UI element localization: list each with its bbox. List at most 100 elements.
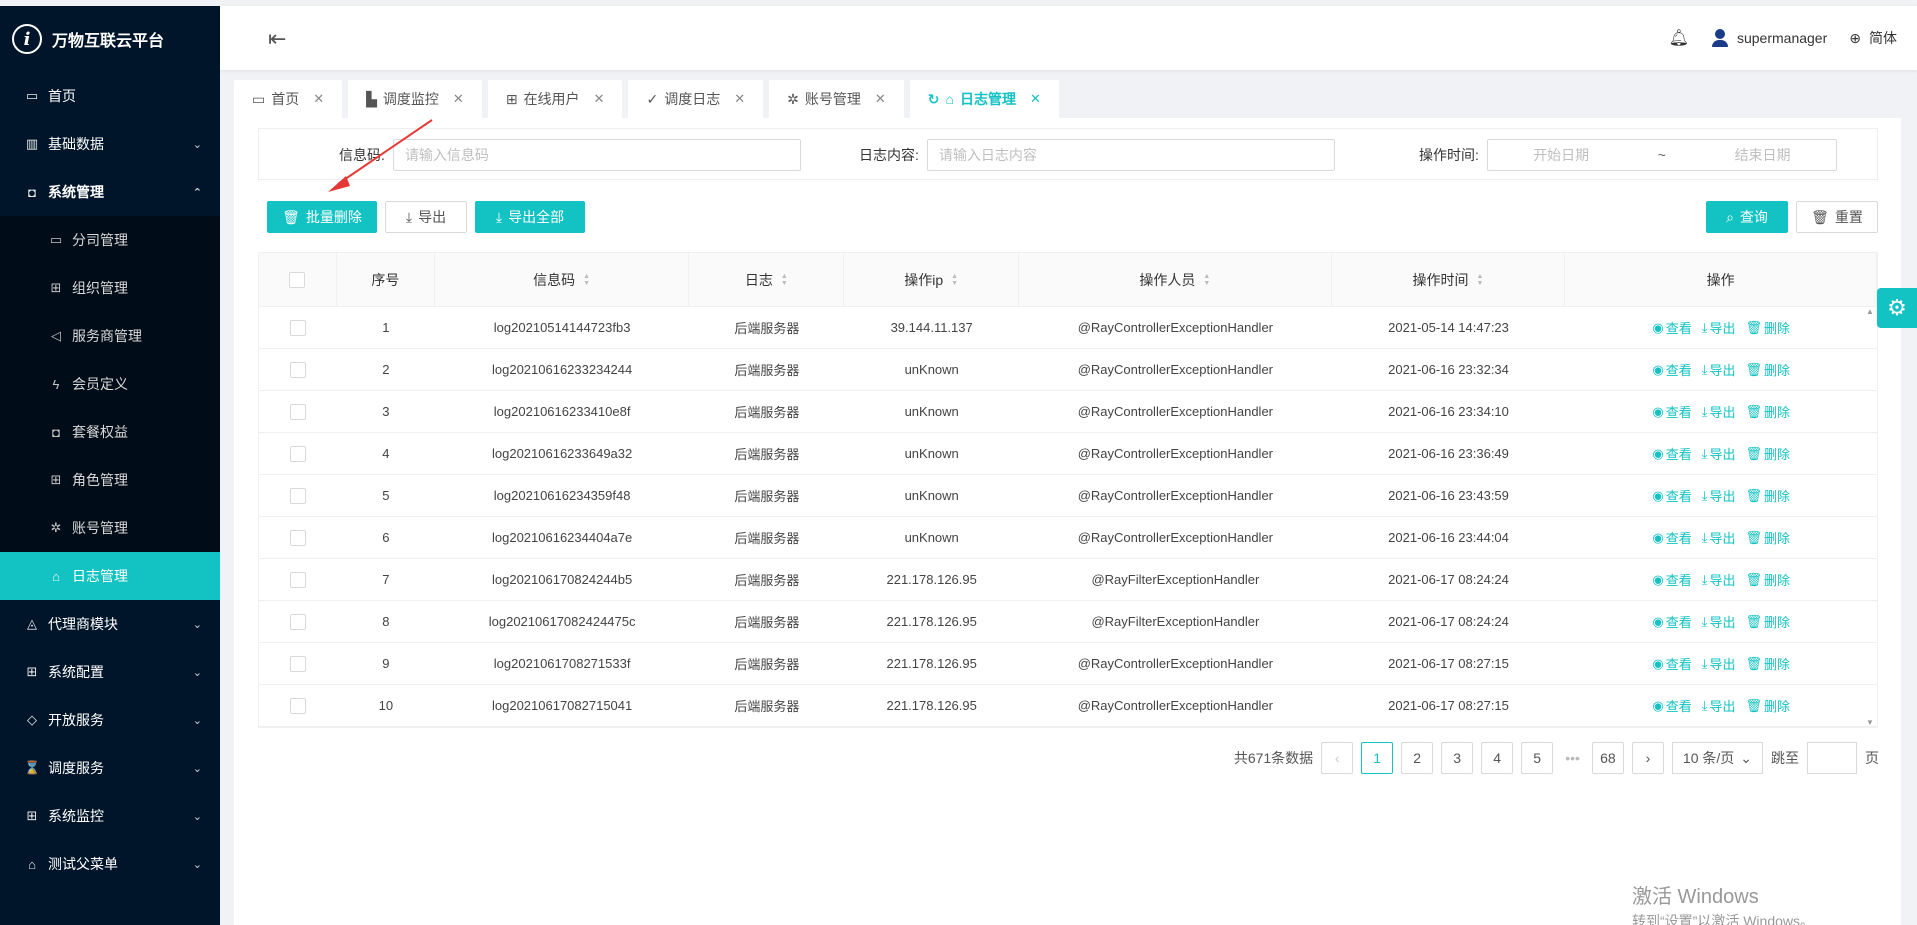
refresh-icon[interactable]: ↻ bbox=[928, 91, 940, 108]
sidebar-item-branch[interactable]: ▭ 分司管理 bbox=[0, 216, 220, 264]
row-checkbox[interactable] bbox=[289, 487, 306, 504]
view-action[interactable]: ◉ 查看 bbox=[1652, 318, 1691, 337]
close-icon[interactable]: ✕ bbox=[1030, 91, 1041, 107]
row-checkbox[interactable] bbox=[289, 655, 306, 672]
export-action[interactable]: ⤓ 导出 bbox=[1702, 486, 1736, 505]
view-action[interactable]: ◉ 查看 bbox=[1652, 696, 1691, 715]
last-page-button[interactable]: 68 bbox=[1591, 742, 1624, 774]
view-action[interactable]: ◉ 查看 bbox=[1652, 402, 1691, 421]
code-input[interactable]: 请输入信息码 bbox=[392, 139, 801, 171]
page-button[interactable]: 4 bbox=[1481, 742, 1514, 774]
settings-gear-icon[interactable]: ⚙ bbox=[1877, 288, 1917, 328]
delete-action[interactable]: 🗑︎ 删除 bbox=[1745, 696, 1790, 715]
close-icon[interactable]: ✕ bbox=[734, 91, 745, 107]
scroll-down-icon[interactable]: ▼ bbox=[1866, 718, 1874, 727]
sort-icon[interactable]: ▲ ▼ bbox=[1203, 273, 1210, 287]
delete-action[interactable]: 🗑︎ 删除 bbox=[1745, 402, 1790, 421]
export-action[interactable]: ⤓ 导出 bbox=[1702, 444, 1736, 463]
delete-action[interactable]: 🗑︎ 删除 bbox=[1745, 612, 1790, 631]
delete-action[interactable]: 🗑︎ 删除 bbox=[1745, 486, 1790, 505]
start-date-input[interactable]: 开始日期 bbox=[1533, 145, 1589, 165]
row-checkbox[interactable] bbox=[289, 571, 306, 588]
export-action[interactable]: ⤓ 导出 bbox=[1702, 654, 1736, 673]
col-header-code[interactable]: 信息码 ▲ ▼ bbox=[435, 253, 690, 306]
delete-action[interactable]: 🗑︎ 删除 bbox=[1745, 528, 1790, 547]
export-action[interactable]: ⤓ 导出 bbox=[1702, 696, 1736, 715]
prev-page-button[interactable]: ‹ bbox=[1321, 742, 1354, 774]
delete-action[interactable]: 🗑︎ 删除 bbox=[1745, 444, 1790, 463]
page-button[interactable]: 2 bbox=[1401, 742, 1434, 774]
sidebar-item-log[interactable]: ⌂ 日志管理 bbox=[0, 552, 220, 600]
row-checkbox[interactable] bbox=[289, 319, 306, 336]
sidebar-item-system-config[interactable]: ⊞ 系统配置 ⌄ bbox=[0, 648, 220, 696]
jump-input[interactable] bbox=[1807, 742, 1857, 774]
view-action[interactable]: ◉ 查看 bbox=[1652, 444, 1691, 463]
delete-action[interactable]: 🗑︎ 删除 bbox=[1745, 360, 1790, 379]
close-icon[interactable]: ✕ bbox=[453, 91, 464, 107]
export-action[interactable]: ⤓ 导出 bbox=[1702, 360, 1736, 379]
sidebar-item-system-management[interactable]: ◘ 系统管理 ⌃ bbox=[0, 168, 220, 216]
view-action[interactable]: ◉ 查看 bbox=[1652, 612, 1691, 631]
page-size-select[interactable]: 10 条/页 ⌄ bbox=[1671, 742, 1763, 774]
delete-action[interactable]: 🗑︎ 删除 bbox=[1745, 570, 1790, 589]
export-action[interactable]: ⤓ 导出 bbox=[1702, 402, 1736, 421]
tab-schedule-monitor[interactable]: ▙ 调度监控 ✕ bbox=[348, 80, 482, 118]
row-checkbox[interactable] bbox=[289, 613, 306, 630]
view-action[interactable]: ◉ 查看 bbox=[1652, 486, 1691, 505]
next-page-button[interactable]: › bbox=[1631, 742, 1664, 774]
app-logo[interactable]: i 万物互联云平台 bbox=[0, 6, 220, 72]
export-button[interactable]: ⤓ 导出 bbox=[385, 201, 467, 233]
reset-button[interactable]: 🗑︎ 重置 bbox=[1796, 201, 1878, 233]
menu-fold-icon[interactable]: ⇤ bbox=[268, 26, 286, 52]
user-menu[interactable]: supermanager bbox=[1711, 29, 1827, 47]
page-button[interactable]: 3 bbox=[1441, 742, 1474, 774]
sidebar-item-member[interactable]: ϟ 会员定义 bbox=[0, 360, 220, 408]
col-header-operator[interactable]: 操作人员 ▲ ▼ bbox=[1019, 253, 1332, 306]
view-action[interactable]: ◉ 查看 bbox=[1652, 360, 1691, 379]
page-button[interactable]: 5 bbox=[1521, 742, 1554, 774]
row-checkbox[interactable] bbox=[289, 697, 306, 714]
select-all-checkbox[interactable] bbox=[289, 271, 306, 288]
ellipsis[interactable]: ••• bbox=[1561, 750, 1584, 766]
page-button[interactable]: 1 bbox=[1361, 742, 1394, 774]
sidebar-item-role[interactable]: ⊞ 角色管理 bbox=[0, 456, 220, 504]
tab-account[interactable]: ✲ 账号管理 ✕ bbox=[769, 80, 904, 118]
sidebar-item-open-service[interactable]: ◇ 开放服务 ⌄ bbox=[0, 696, 220, 744]
col-header-ip[interactable]: 操作ip ▲ ▼ bbox=[844, 253, 1020, 306]
export-action[interactable]: ⤓ 导出 bbox=[1702, 318, 1736, 337]
view-action[interactable]: ◉ 查看 bbox=[1652, 570, 1691, 589]
sidebar-item-home[interactable]: ▭ 首页 bbox=[0, 72, 220, 120]
row-checkbox[interactable] bbox=[289, 529, 306, 546]
delete-action[interactable]: 🗑︎ 删除 bbox=[1745, 318, 1790, 337]
sidebar-item-test-parent[interactable]: ⌂ 测试父菜单 ⌄ bbox=[0, 840, 220, 888]
sidebar-item-system-monitor[interactable]: ⊞ 系统监控 ⌄ bbox=[0, 792, 220, 840]
tab-home[interactable]: ▭ 首页 ✕ bbox=[234, 80, 343, 118]
view-action[interactable]: ◉ 查看 bbox=[1652, 654, 1691, 673]
date-range-picker[interactable]: 开始日期 ~ 结束日期 bbox=[1486, 139, 1837, 171]
batch-delete-button[interactable]: 🗑︎ 批量删除 bbox=[267, 201, 377, 233]
tab-schedule-log[interactable]: ✓ 调度日志 ✕ bbox=[628, 80, 764, 118]
col-header-log[interactable]: 日志 ▲ ▼ bbox=[689, 253, 845, 306]
sort-icon[interactable]: ▲ ▼ bbox=[1477, 273, 1484, 287]
col-header-time[interactable]: 操作时间 ▲ ▼ bbox=[1332, 253, 1566, 306]
view-action[interactable]: ◉ 查看 bbox=[1652, 528, 1691, 547]
sidebar-item-organization[interactable]: ⊞ 组织管理 bbox=[0, 264, 220, 312]
export-action[interactable]: ⤓ 导出 bbox=[1702, 528, 1736, 547]
close-icon[interactable]: ✕ bbox=[594, 91, 605, 107]
sidebar-item-basic-data[interactable]: ▥ 基础数据 ⌄ bbox=[0, 120, 220, 168]
query-button[interactable]: ⌕ 查询 bbox=[1706, 201, 1788, 233]
sidebar-item-schedule-service[interactable]: ⌛ 调度服务 ⌄ bbox=[0, 744, 220, 792]
language-switch[interactable]: ⊕ 简体 bbox=[1849, 28, 1897, 48]
row-checkbox[interactable] bbox=[289, 403, 306, 420]
sort-icon[interactable]: ▲ ▼ bbox=[951, 273, 958, 287]
row-checkbox[interactable] bbox=[289, 361, 306, 378]
bell-icon[interactable]: 🔔︎ bbox=[1669, 28, 1689, 48]
export-action[interactable]: ⤓ 导出 bbox=[1702, 570, 1736, 589]
row-checkbox[interactable] bbox=[289, 445, 306, 462]
tab-log-management[interactable]: ↻ ⌂ 日志管理 ✕ bbox=[909, 80, 1059, 118]
sidebar-item-package[interactable]: ◘ 套餐权益 bbox=[0, 408, 220, 456]
content-input[interactable]: 请输入日志内容 bbox=[926, 139, 1335, 171]
sort-icon[interactable]: ▲ ▼ bbox=[583, 273, 590, 287]
delete-action[interactable]: 🗑︎ 删除 bbox=[1745, 654, 1790, 673]
end-date-input[interactable]: 结束日期 bbox=[1735, 145, 1791, 165]
